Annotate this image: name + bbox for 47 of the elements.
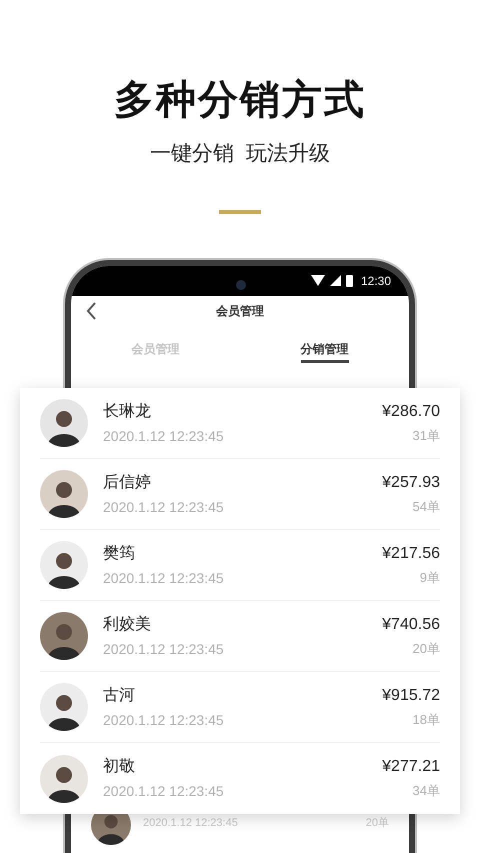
avatar <box>40 470 88 518</box>
camera-icon <box>236 280 246 290</box>
nav-title: 会员管理 <box>216 302 264 320</box>
member-date: 2020.1.12 12:23:45 <box>103 640 224 658</box>
battery-icon <box>346 274 353 287</box>
member-row[interactable]: 利姣美 2020.1.12 12:23:45 ¥740.56 20单 <box>40 601 440 672</box>
member-date: 2020.1.12 12:23:45 <box>103 782 224 801</box>
member-name: 古河 <box>103 686 136 706</box>
member-name: 利姣美 <box>103 614 152 634</box>
member-orders: 18单 <box>412 710 440 728</box>
member-row[interactable]: 长琳龙 2020.1.12 12:23:45 ¥286.70 31单 <box>40 388 440 459</box>
member-orders: 9单 <box>420 568 440 586</box>
member-amount: ¥277.21 <box>382 757 440 777</box>
member-name: 长琳龙 <box>103 402 152 422</box>
member-row[interactable]: 樊筠 2020.1.12 12:23:45 ¥217.56 9单 <box>40 530 440 601</box>
member-name: 初敬 <box>103 756 136 777</box>
member-orders: 54单 <box>412 498 440 516</box>
member-amount: ¥217.56 <box>382 544 440 564</box>
headline: 多种分销方式 <box>114 78 366 122</box>
avatar <box>40 612 88 660</box>
member-amount: ¥286.70 <box>382 402 440 422</box>
member-date: 2020.1.12 12:23:45 <box>103 426 224 446</box>
back-icon <box>85 300 97 321</box>
signal-icon <box>330 275 341 286</box>
member-row[interactable]: 初敬 2020.1.12 12:23:45 ¥277.21 34单 <box>40 743 440 814</box>
member-date: 2020.1.12 12:23:45 <box>103 710 224 730</box>
member-date: 2020.1.12 12:23:45 <box>103 568 224 588</box>
avatar <box>40 541 88 589</box>
wifi-icon <box>310 275 325 286</box>
member-amount: ¥257.93 <box>382 472 440 492</box>
member-orders: 20单 <box>412 640 440 658</box>
subheadline: 一键分销 玩法升级 <box>150 141 330 167</box>
member-row[interactable]: 古河 2020.1.12 12:23:45 ¥915.72 18单 <box>40 672 440 743</box>
member-orders: 34单 <box>412 782 440 800</box>
tab[interactable]: 分销管理 <box>300 340 348 364</box>
back-button[interactable] <box>85 300 97 321</box>
member-date: 2020.1.12 12:23:45 <box>103 498 224 516</box>
member-amount: ¥915.72 <box>382 686 440 706</box>
status-time: 12:30 <box>360 272 391 290</box>
avatar <box>40 683 88 731</box>
avatar <box>40 399 88 447</box>
avatar <box>40 754 88 802</box>
member-name: 后信婷 <box>103 472 152 492</box>
member-row[interactable]: 后信婷 2020.1.12 12:23:45 ¥257.93 54单 <box>40 459 440 530</box>
member-amount: ¥740.56 <box>382 614 440 634</box>
member-orders: 31单 <box>412 426 440 444</box>
member-name: 樊筠 <box>103 544 136 564</box>
